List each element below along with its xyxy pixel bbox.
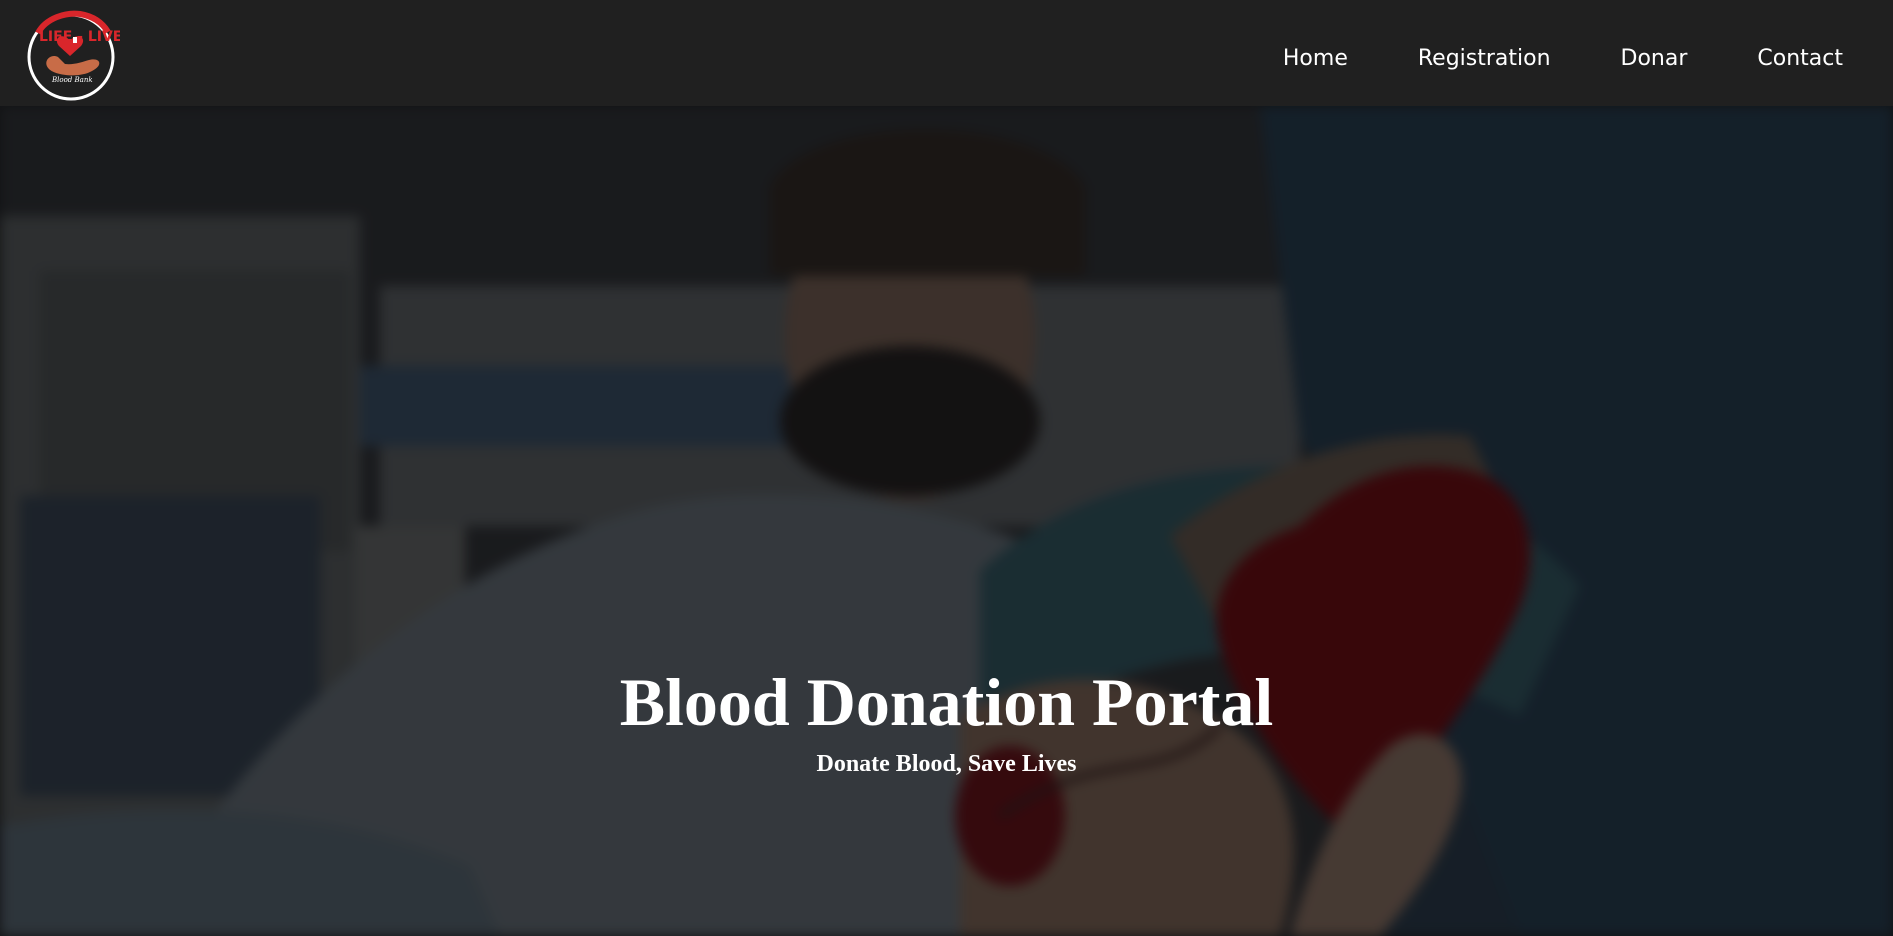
blood-bank-logo-icon: LIFE - LIVE Blood Bank [27,10,122,101]
hero-title: Blood Donation Portal [619,664,1274,740]
hero-subtitle: Donate Blood, Save Lives [816,751,1077,777]
nav-home-link[interactable]: Home [1283,48,1348,70]
hero-dark-overlay [0,106,1893,936]
logo[interactable]: LIFE - LIVE Blood Bank [22,8,122,106]
nav-registration-link[interactable]: Registration [1418,48,1551,70]
logo-text-bottom: Blood Bank [51,76,93,84]
main-navigation: Home Registration Donar Contact [1213,48,1843,70]
hero-section: Blood Donation Portal Donate Blood, Save… [0,106,1893,936]
navbar: LIFE - LIVE Blood Bank Home Registration… [0,0,1893,106]
nav-donar-link[interactable]: Donar [1621,48,1688,70]
nav-contact-link[interactable]: Contact [1757,48,1843,70]
